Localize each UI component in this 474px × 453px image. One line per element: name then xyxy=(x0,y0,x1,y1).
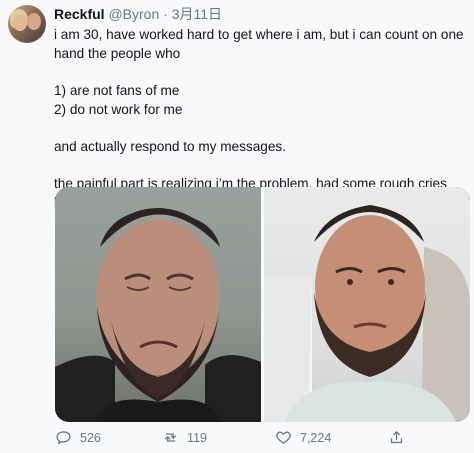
tweet-date[interactable]: 3月11日 xyxy=(172,6,222,22)
tweet-line-4: and actually respond to my messages. xyxy=(54,139,286,154)
reply-icon xyxy=(56,431,71,445)
share-icon xyxy=(390,431,403,444)
tweet-header: Reckful @Byron · 3月11日 xyxy=(54,6,222,23)
avatar-face-left xyxy=(13,15,27,31)
tweet-card: Reckful @Byron · 3月11日 i am 30, have wor… xyxy=(0,0,474,453)
display-name[interactable]: Reckful xyxy=(54,6,105,22)
share-action[interactable] xyxy=(388,429,413,446)
like-action[interactable]: 7,224 xyxy=(275,429,331,446)
photo-left-art xyxy=(55,208,261,422)
header-separator: · xyxy=(159,6,172,22)
reply-action[interactable]: 526 xyxy=(55,429,101,446)
retweet-action[interactable]: 119 xyxy=(162,429,207,446)
retweet-icon xyxy=(164,433,177,442)
user-handle[interactable]: @Byron xyxy=(108,6,159,22)
photo-right-art xyxy=(264,205,470,422)
heart-icon xyxy=(276,431,291,444)
tweet-line-1: i am 30, have worked hard to get where i… xyxy=(54,27,464,61)
tweet-media xyxy=(55,187,470,422)
tweet-text: i am 30, have worked hard to get where i… xyxy=(54,25,469,212)
avatar-face-right xyxy=(27,13,41,30)
tweet-line-3: 2) do not work for me xyxy=(54,102,183,117)
photo-left[interactable] xyxy=(55,187,261,422)
reply-count: 526 xyxy=(80,430,101,445)
retweet-count: 119 xyxy=(187,430,207,445)
tweet-line-2: 1) are not fans of me xyxy=(54,83,180,98)
photo-right[interactable] xyxy=(264,187,470,422)
avatar[interactable] xyxy=(8,5,46,43)
like-count: 7,224 xyxy=(300,430,332,445)
